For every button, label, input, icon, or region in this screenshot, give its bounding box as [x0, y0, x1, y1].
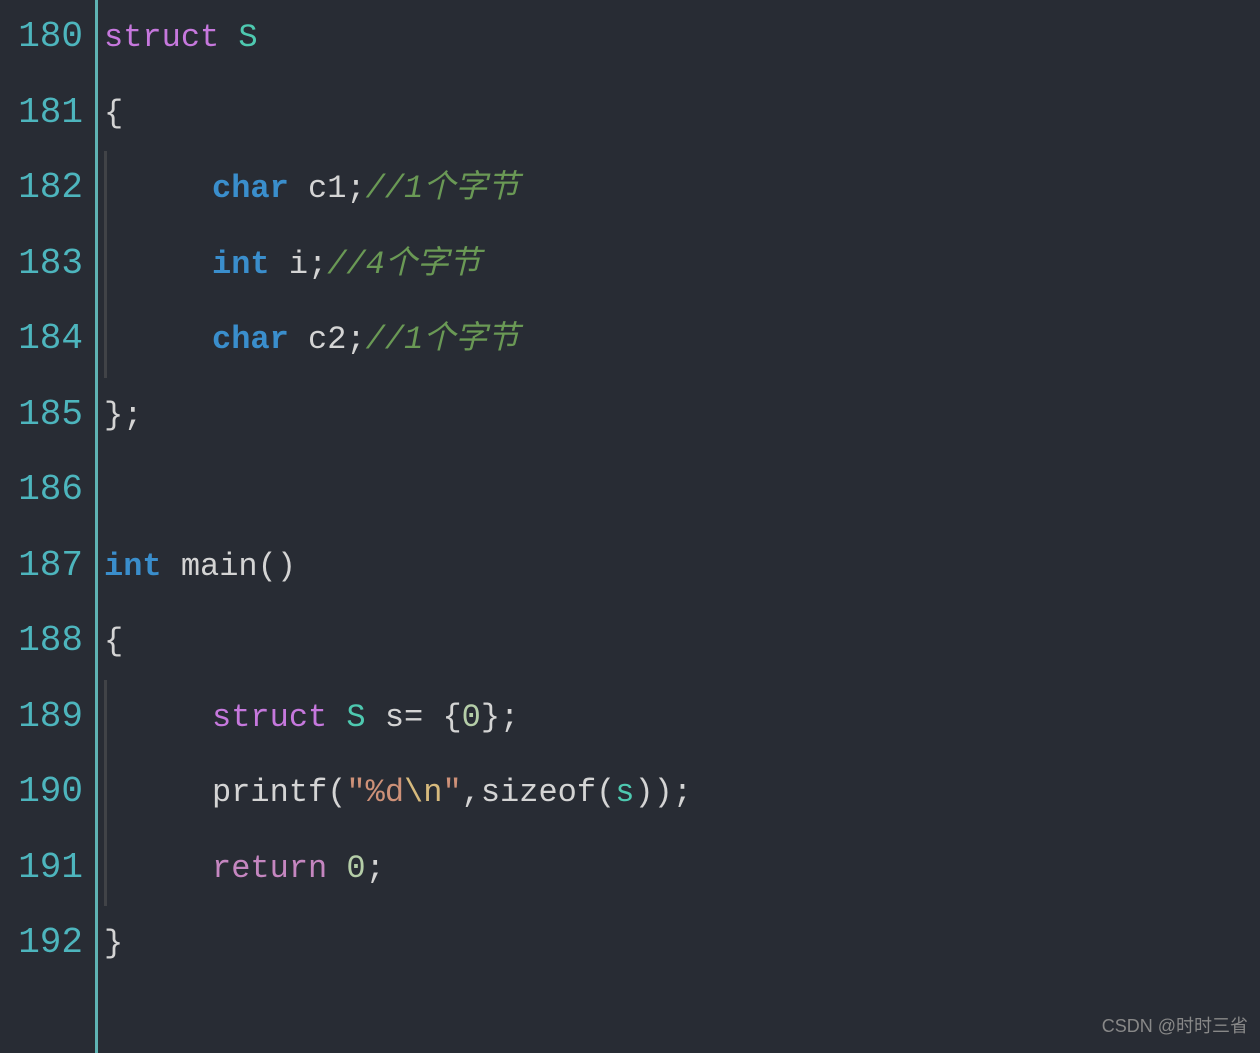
indent-guide	[104, 680, 107, 756]
line-number: 187	[0, 529, 87, 605]
line-number-gutter: 180181182183184185186187188189190191192	[0, 0, 95, 1053]
watermark-text: CSDN @时时三省	[1102, 1005, 1248, 1047]
code-token: s	[615, 755, 634, 831]
code-token: ;	[308, 227, 327, 303]
code-token: ,	[462, 755, 481, 831]
code-token: = {	[404, 680, 462, 756]
code-token	[270, 227, 289, 303]
code-token: c1	[308, 151, 346, 227]
code-token: 0	[462, 680, 481, 756]
indent-guide	[104, 227, 107, 303]
code-token: return	[212, 831, 327, 907]
code-line[interactable]: }	[104, 906, 1260, 982]
indent-guide	[104, 302, 107, 378]
code-line[interactable]: int i;//4个字节	[104, 227, 1260, 303]
code-token: ()	[258, 529, 296, 605]
code-line[interactable]: char c1;//1个字节	[104, 151, 1260, 227]
code-token: (	[327, 755, 346, 831]
code-line[interactable]	[104, 453, 1260, 529]
code-token	[327, 680, 346, 756]
code-line[interactable]: return 0;	[104, 831, 1260, 907]
code-token: {	[104, 604, 123, 680]
code-token: S	[346, 680, 365, 756]
code-token: \n	[404, 755, 442, 831]
code-token: int	[104, 529, 162, 605]
indent-guide	[104, 831, 107, 907]
code-token: struct	[104, 0, 219, 76]
code-token	[366, 680, 385, 756]
line-number: 183	[0, 227, 87, 303]
code-token: c2	[308, 302, 346, 378]
code-token: ;	[346, 302, 365, 378]
line-number: 191	[0, 831, 87, 907]
code-token: s	[385, 680, 404, 756]
code-line[interactable]: {	[104, 76, 1260, 152]
line-number: 192	[0, 906, 87, 982]
line-number: 181	[0, 76, 87, 152]
code-token: i	[289, 227, 308, 303]
code-token: ));	[634, 755, 692, 831]
code-token: 0	[346, 831, 365, 907]
code-token: ;	[366, 831, 385, 907]
line-number: 189	[0, 680, 87, 756]
line-number: 185	[0, 378, 87, 454]
line-number: 180	[0, 0, 87, 76]
line-number: 184	[0, 302, 87, 378]
code-token: };	[481, 680, 519, 756]
line-number: 182	[0, 151, 87, 227]
line-number: 188	[0, 604, 87, 680]
code-token	[162, 529, 181, 605]
line-number: 190	[0, 755, 87, 831]
code-token: struct	[212, 680, 327, 756]
code-editor[interactable]: 180181182183184185186187188189190191192 …	[0, 0, 1260, 1053]
code-token	[219, 0, 238, 76]
code-token: char	[212, 302, 289, 378]
code-token: S	[238, 0, 257, 76]
code-token: int	[212, 227, 270, 303]
code-line[interactable]: struct S	[104, 0, 1260, 76]
code-token	[289, 302, 308, 378]
code-token: {	[104, 76, 123, 152]
code-token: "%d	[346, 755, 404, 831]
code-token: char	[212, 151, 289, 227]
code-token: (	[596, 755, 615, 831]
code-token	[289, 151, 308, 227]
code-token: }	[104, 906, 123, 982]
code-area[interactable]: struct S{char c1;//1个字节int i;//4个字节char …	[95, 0, 1260, 1053]
indent-guide	[104, 151, 107, 227]
code-line[interactable]: };	[104, 378, 1260, 454]
code-line[interactable]: printf("%d\n",sizeof(s));	[104, 755, 1260, 831]
code-line[interactable]: char c2;//1个字节	[104, 302, 1260, 378]
indent-guide	[104, 755, 107, 831]
code-token: //1个字节	[366, 302, 520, 378]
code-token: "	[442, 755, 461, 831]
code-token: printf	[212, 755, 327, 831]
code-token: //4个字节	[327, 227, 481, 303]
line-number: 186	[0, 453, 87, 529]
code-token: main	[181, 529, 258, 605]
code-token: sizeof	[481, 755, 596, 831]
code-line[interactable]: {	[104, 604, 1260, 680]
code-token: //1个字节	[366, 151, 520, 227]
code-line[interactable]: int main()	[104, 529, 1260, 605]
code-line[interactable]: struct S s= {0};	[104, 680, 1260, 756]
code-token	[327, 831, 346, 907]
code-token: };	[104, 378, 142, 454]
code-token: ;	[346, 151, 365, 227]
